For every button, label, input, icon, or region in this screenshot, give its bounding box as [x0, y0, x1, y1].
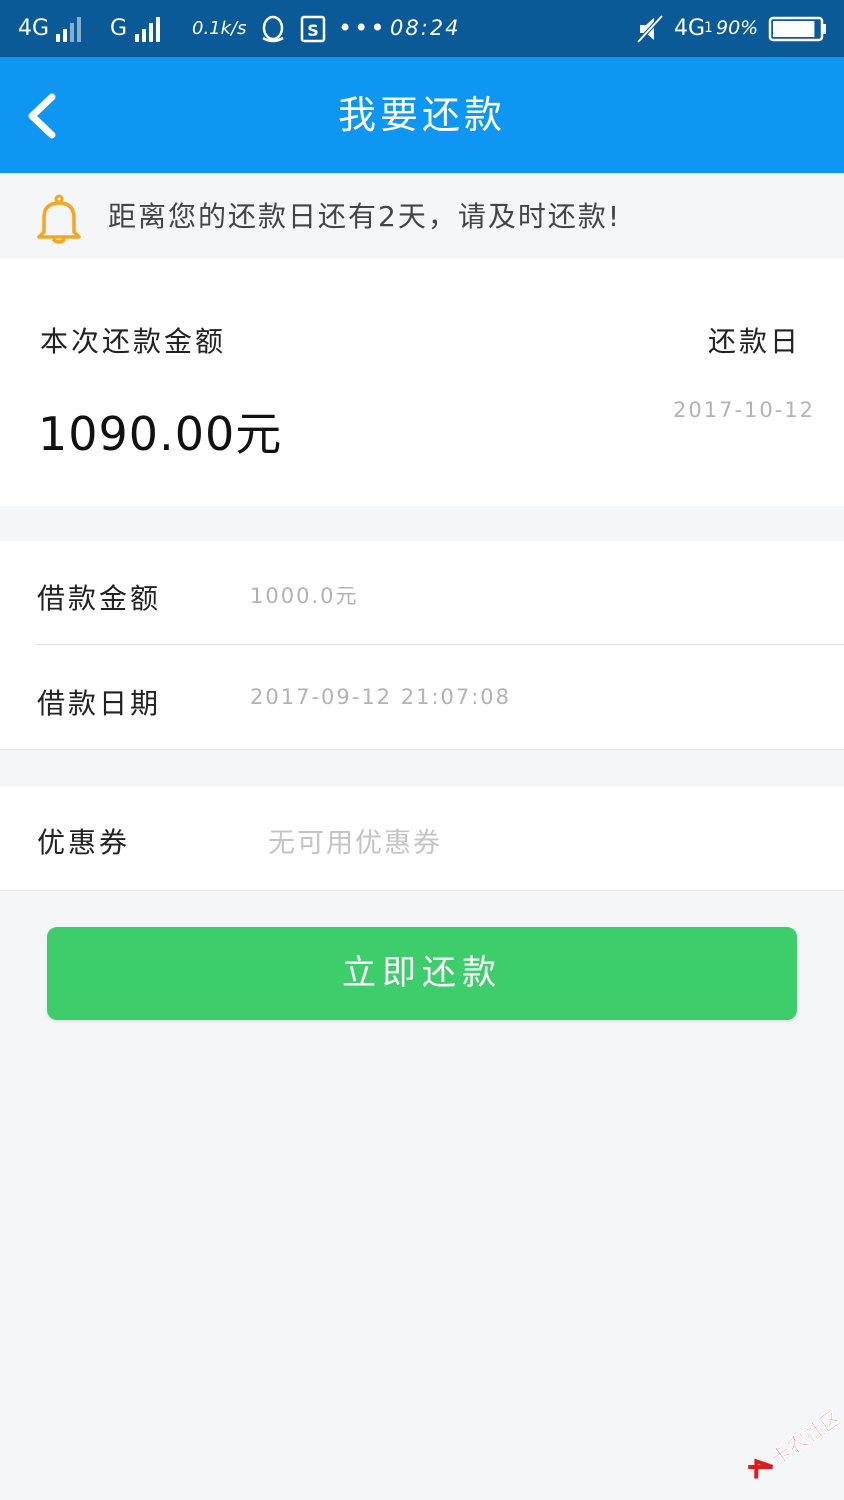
net-speed: 0.1k/s — [192, 18, 247, 39]
row-divider — [35, 644, 844, 645]
sogou-icon: S — [300, 15, 326, 43]
loan-date-value: 2017-09-12 21:07:08 — [250, 685, 512, 709]
repay-now-button[interactable]: 立即还款 — [47, 927, 797, 1020]
loan-date-label: 借款日期 — [37, 687, 162, 720]
header-bar: 我要还款 — [0, 57, 844, 173]
battery-percent: 90% — [716, 17, 759, 39]
repayment-amount-value: 1090.00元 — [38, 407, 283, 461]
due-date-value: 2017-10-12 — [673, 398, 816, 422]
due-date-label: 还款日 — [708, 325, 802, 358]
loan-amount-value: 1000.0元 — [250, 584, 359, 608]
coupon-label: 优惠券 — [37, 826, 131, 859]
signal-icon-2 — [135, 16, 160, 42]
battery-icon — [768, 16, 826, 42]
repayment-reminder-banner: 距离您的还款日还有2天，请及时还款! — [0, 175, 844, 259]
repayment-summary-card — [0, 259, 844, 506]
mute-icon — [636, 14, 664, 44]
signal-icon-1 — [56, 16, 81, 42]
status-bar: 4G G 0.1k/s S ••• 08:24 4G 1 90% — [0, 0, 844, 57]
loan-amount-label: 借款金额 — [37, 582, 162, 615]
reminder-text: 距离您的还款日还有2天，请及时还款! — [108, 200, 622, 233]
network-type-1: 4G — [18, 16, 50, 41]
svg-text:S: S — [307, 21, 319, 40]
watermark-text: 卡农社区 — [766, 1410, 840, 1470]
sim-indicator: 1 — [704, 20, 713, 36]
network-type-2: G — [110, 16, 128, 41]
page-title: 我要还款 — [337, 93, 506, 137]
watermark-logo: 卡农社区 — [748, 1410, 840, 1479]
qq-icon — [262, 15, 284, 43]
coupon-value: 无可用优惠券 — [268, 828, 442, 859]
repayment-amount-label: 本次还款金额 — [40, 325, 227, 358]
network-type-3: 4G — [674, 16, 706, 41]
clock: 08:24 — [390, 16, 461, 40]
more-notifications-icon: ••• — [338, 14, 387, 42]
bell-icon — [37, 194, 81, 244]
